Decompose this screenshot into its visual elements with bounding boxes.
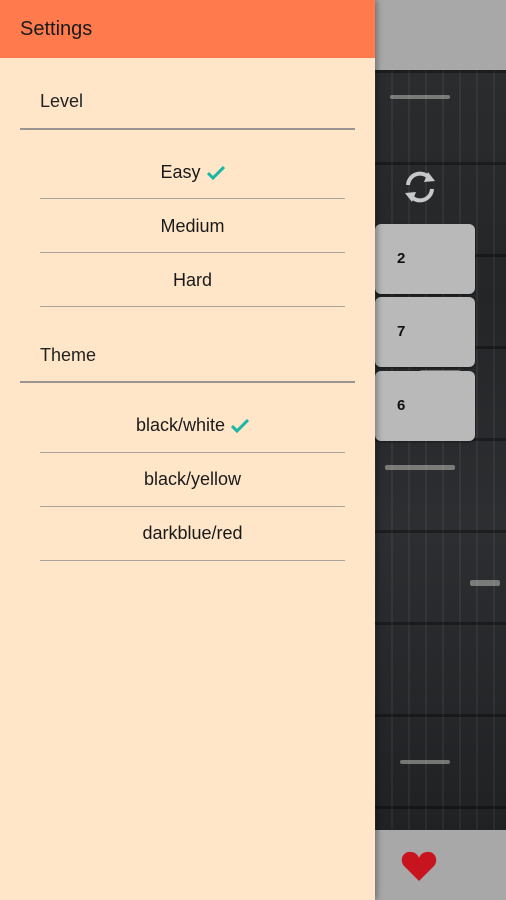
tile-value: 6 [397,397,406,414]
section-divider [20,381,355,383]
option-label: black/yellow [143,469,242,489]
wood-scratch [390,95,450,99]
number-tile[interactable]: 2 [375,224,475,294]
drawer-title: Settings [20,18,93,40]
wood-scratch [385,465,455,470]
option-label: black/white [135,415,226,435]
option-label: Hard [172,270,212,290]
option-divider [40,252,345,253]
number-tile[interactable]: 6 [375,371,475,441]
tile-value: 7 [397,323,406,340]
theme-option-darkblue-red[interactable]: darkblue/red [40,507,345,559]
option-divider [40,198,345,199]
option-divider [40,560,345,561]
level-option-hard[interactable]: Hard [40,254,345,306]
settings-drawer: Settings Level Easy Medium Hard Theme bl… [0,0,375,900]
section-divider [20,128,355,130]
heart-icon[interactable] [401,850,437,882]
wood-scratch [470,580,500,586]
level-option-easy[interactable]: Easy [40,146,345,198]
tile-value: 2 [397,250,406,267]
theme-option-black-white[interactable]: black/white [40,399,345,451]
check-icon [231,419,250,434]
drawer-header: Settings [0,0,375,58]
number-tile[interactable]: 7 [375,297,475,367]
option-label: darkblue/red [142,523,243,543]
option-label: Easy [160,162,201,182]
section-label-level: Level [40,91,84,111]
check-icon [206,166,225,181]
option-label: Medium [160,216,225,236]
theme-option-black-yellow[interactable]: black/yellow [40,453,345,505]
section-label-theme: Theme [40,345,97,365]
refresh-icon[interactable] [400,167,440,207]
wood-scratch [400,760,450,764]
level-option-medium[interactable]: Medium [40,200,345,252]
option-divider [40,306,345,307]
